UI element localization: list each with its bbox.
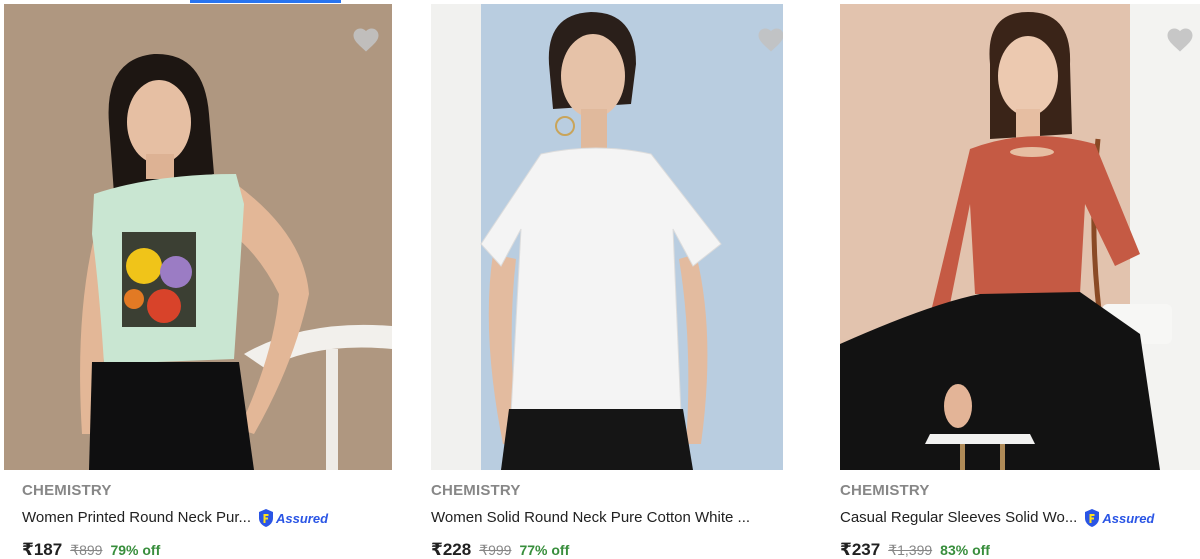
product-card[interactable]: CHEMISTRY Casual Regular Sleeves Solid W… bbox=[818, 0, 1200, 559]
selling-price: ₹237 bbox=[840, 540, 881, 559]
product-image[interactable] bbox=[840, 4, 1200, 470]
discount-percent: 83% off bbox=[940, 542, 990, 558]
product-brand: CHEMISTRY bbox=[840, 482, 930, 499]
product-image-container[interactable] bbox=[431, 4, 783, 470]
discount-percent: 77% off bbox=[519, 542, 570, 558]
assured-badge-icon bbox=[1085, 509, 1100, 527]
product-image-container[interactable] bbox=[4, 4, 392, 470]
product-title-row: Women Solid Round Neck Pure Cotton White… bbox=[431, 504, 801, 532]
price-row: ₹228 ₹999 77% off bbox=[431, 540, 801, 559]
wishlist-button[interactable] bbox=[755, 24, 783, 54]
price-row: ₹187 ₹899 79% off bbox=[22, 540, 392, 559]
selling-price: ₹187 bbox=[22, 540, 63, 559]
product-title-row: Women Printed Round Neck Pur... Assured bbox=[22, 504, 392, 532]
wishlist-button[interactable] bbox=[1164, 24, 1196, 54]
product-image-container[interactable] bbox=[840, 4, 1200, 470]
heart-icon bbox=[758, 28, 783, 52]
product-title[interactable]: Women Solid Round Neck Pure Cotton White… bbox=[431, 504, 750, 532]
original-price: ₹1,399 bbox=[888, 542, 933, 558]
product-title[interactable]: Casual Regular Sleeves Solid Wo... bbox=[840, 504, 1077, 532]
selling-price: ₹228 bbox=[431, 540, 472, 559]
product-info: CHEMISTRY Casual Regular Sleeves Solid W… bbox=[840, 480, 1200, 559]
original-price: ₹999 bbox=[479, 542, 512, 558]
product-card[interactable]: CHEMISTRY Women Solid Round Neck Pure Co… bbox=[409, 0, 809, 559]
assured-badge: Assured bbox=[1083, 506, 1154, 530]
heart-icon bbox=[353, 28, 379, 52]
product-info: CHEMISTRY Women Printed Round Neck Pur..… bbox=[22, 480, 392, 559]
product-info: CHEMISTRY Women Solid Round Neck Pure Co… bbox=[431, 480, 801, 559]
assured-badge: Assured bbox=[257, 506, 328, 530]
discount-percent: 79% off bbox=[110, 542, 161, 558]
assured-badge-icon bbox=[259, 509, 273, 527]
product-image[interactable] bbox=[4, 4, 392, 470]
product-title-row: Casual Regular Sleeves Solid Wo... Assur… bbox=[840, 504, 1200, 532]
original-price: ₹899 bbox=[70, 542, 103, 558]
product-grid: CHEMISTRY Women Printed Round Neck Pur..… bbox=[0, 0, 1200, 559]
product-brand: CHEMISTRY bbox=[431, 482, 521, 499]
wishlist-button[interactable] bbox=[350, 24, 382, 54]
price-row: ₹237 ₹1,399 83% off bbox=[840, 540, 1200, 559]
product-card[interactable]: CHEMISTRY Women Printed Round Neck Pur..… bbox=[0, 0, 400, 559]
heart-icon bbox=[1167, 28, 1193, 52]
product-brand: CHEMISTRY bbox=[22, 482, 112, 499]
assured-label: Assured bbox=[276, 510, 329, 526]
assured-label: Assured bbox=[1102, 510, 1155, 526]
product-title[interactable]: Women Printed Round Neck Pur... bbox=[22, 504, 251, 532]
product-image[interactable] bbox=[431, 4, 783, 470]
